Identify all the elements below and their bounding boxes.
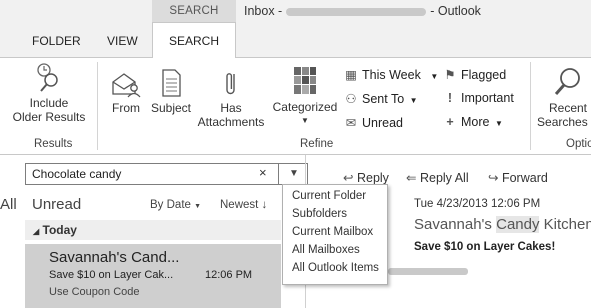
has-attachments-button[interactable]: Has Attachments [194,68,268,129]
more-button[interactable]: + More ▼ [443,115,503,129]
tab-search[interactable]: SEARCH [152,22,236,58]
message-preview: Use Coupon Code [49,286,140,298]
reply-all-icon: ⇐ [406,171,417,185]
plus-icon: + [446,115,454,129]
clock-search-icon [37,63,58,92]
scope-all-mailboxes[interactable]: All Mailboxes [292,244,360,256]
account-redacted [286,7,427,16]
forward-icon: ↪ [488,171,499,185]
important-button[interactable]: ! Important [443,91,514,105]
reply-button[interactable]: ↩ Reply [343,170,389,185]
magnifier-icon [554,68,580,95]
message-date: Tue 4/23/2013 12:06 PM [414,198,541,210]
forward-label: Forward [501,171,548,185]
message-time: 12:06 PM [205,269,253,281]
list-item[interactable]: Savannah's Cand... Save $10 on Layer Cak… [25,244,281,308]
unread-button[interactable]: ✉ Unread [344,115,403,130]
search-input[interactable] [32,166,252,182]
reading-sender-before: Savannah's [414,216,492,233]
instant-search-box: × ▼ [25,163,308,185]
group-header-today-label: Today [42,223,77,237]
reply-label: Reply [356,171,389,185]
envelope-person-icon [112,73,141,98]
search-hit-highlight: Candy [496,216,540,233]
categorized-button[interactable]: Categorized ▼ [270,65,340,128]
scope-all-outlook-items[interactable]: All Outlook Items [292,262,379,274]
subject-button[interactable]: Subject [148,68,194,115]
window-title-suffix: - Outlook [430,4,481,18]
window-title: Inbox - - Outlook [244,0,481,22]
category-grid-icon [294,67,316,94]
scope-current-mailbox[interactable]: Current Mailbox [292,226,373,238]
collapse-triangle-icon: ◢ [33,227,40,236]
group-header-today[interactable]: ◢ Today [25,220,281,240]
group-divider [530,62,531,150]
sent-to-dropdown-arrow: ▼ [409,96,418,105]
search-tools-contextual-label: SEARCH TOOLS [152,0,236,39]
include-older-label-2: Older Results [12,110,86,124]
has-attachments-label-1: Has [220,101,242,115]
categorized-dropdown-arrow: ▼ [301,116,309,125]
flag-icon: ⚑ [444,68,456,82]
envelope-icon: ✉ [345,116,357,130]
reply-icon: ↩ [343,171,354,185]
recent-searches-label-1: Recent [548,101,588,115]
group-divider [97,62,98,150]
exclamation-icon: ! [447,91,453,105]
include-older-label-1: Include [29,96,69,110]
filter-unread[interactable]: Unread [32,196,81,213]
ribbon-tab-row [0,22,591,58]
unread-label: Unread [362,116,403,130]
scope-current-folder[interactable]: Current Folder [292,190,366,202]
results-group-label: Results [34,138,73,150]
recent-searches-button[interactable]: Recent Searches ▼ [533,66,591,131]
subject-label: Subject [150,101,192,115]
important-label: Important [461,91,514,105]
search-scope-menu: Current Folder Subfolders Current Mailbo… [282,184,388,285]
reply-all-button[interactable]: ⇐ Reply All [406,170,469,185]
sort-by-date[interactable]: By Date ▼ [150,199,201,211]
this-week-label: This Week [362,68,421,82]
flagged-label: Flagged [461,68,507,82]
recent-searches-label-2: Searches ▼ [537,115,588,129]
reading-sender: Savannah's Candy Kitchen [414,216,591,233]
reading-subject: Save $10 on Layer Cakes! [414,241,556,253]
include-older-results-button[interactable]: Include Older Results [6,63,92,124]
message-subject: Save $10 on Layer Cak... [49,269,174,281]
reading-sender-after: Kitchen [543,216,591,233]
window-title-prefix: Inbox - [244,4,283,18]
flagged-button[interactable]: ⚑ Flagged [443,67,506,82]
close-icon[interactable]: × [259,165,267,180]
recipient-redacted [388,268,468,275]
sort-order-newest[interactable]: Newest ↓ [220,199,267,211]
has-attachments-label-2: Attachments [197,115,265,129]
scope-subfolders[interactable]: Subfolders [292,208,347,220]
from-label: From [112,101,140,115]
people-icon: ⚇ [345,92,357,106]
forward-button[interactable]: ↪ Forward [488,170,548,185]
filter-all[interactable]: All [0,196,17,213]
options-group-label: Optio [566,138,591,150]
filter-row: All Unread By Date ▼ Newest ↓ [0,194,280,216]
more-dropdown-arrow: ▼ [494,119,503,128]
sent-to-button[interactable]: ⚇ Sent To ▼ [344,91,418,106]
paperclip-icon [226,73,235,95]
reply-all-label: Reply All [419,171,469,185]
tab-view[interactable]: VIEW [107,34,138,48]
from-button[interactable]: From [106,68,146,115]
document-icon [162,69,181,97]
categorized-label: Categorized [272,100,338,114]
refine-group-label: Refine [300,138,334,150]
calendar-icon: ▦ [345,68,357,82]
this-week-dropdown-arrow: ▼ [430,72,439,81]
this-week-button[interactable]: ▦ This Week ▼ [344,67,438,82]
sent-to-label: Sent To [362,92,405,106]
more-label: More [461,115,490,129]
message-sender: Savannah's Cand... [49,249,180,266]
tab-folder[interactable]: FOLDER [32,34,81,48]
